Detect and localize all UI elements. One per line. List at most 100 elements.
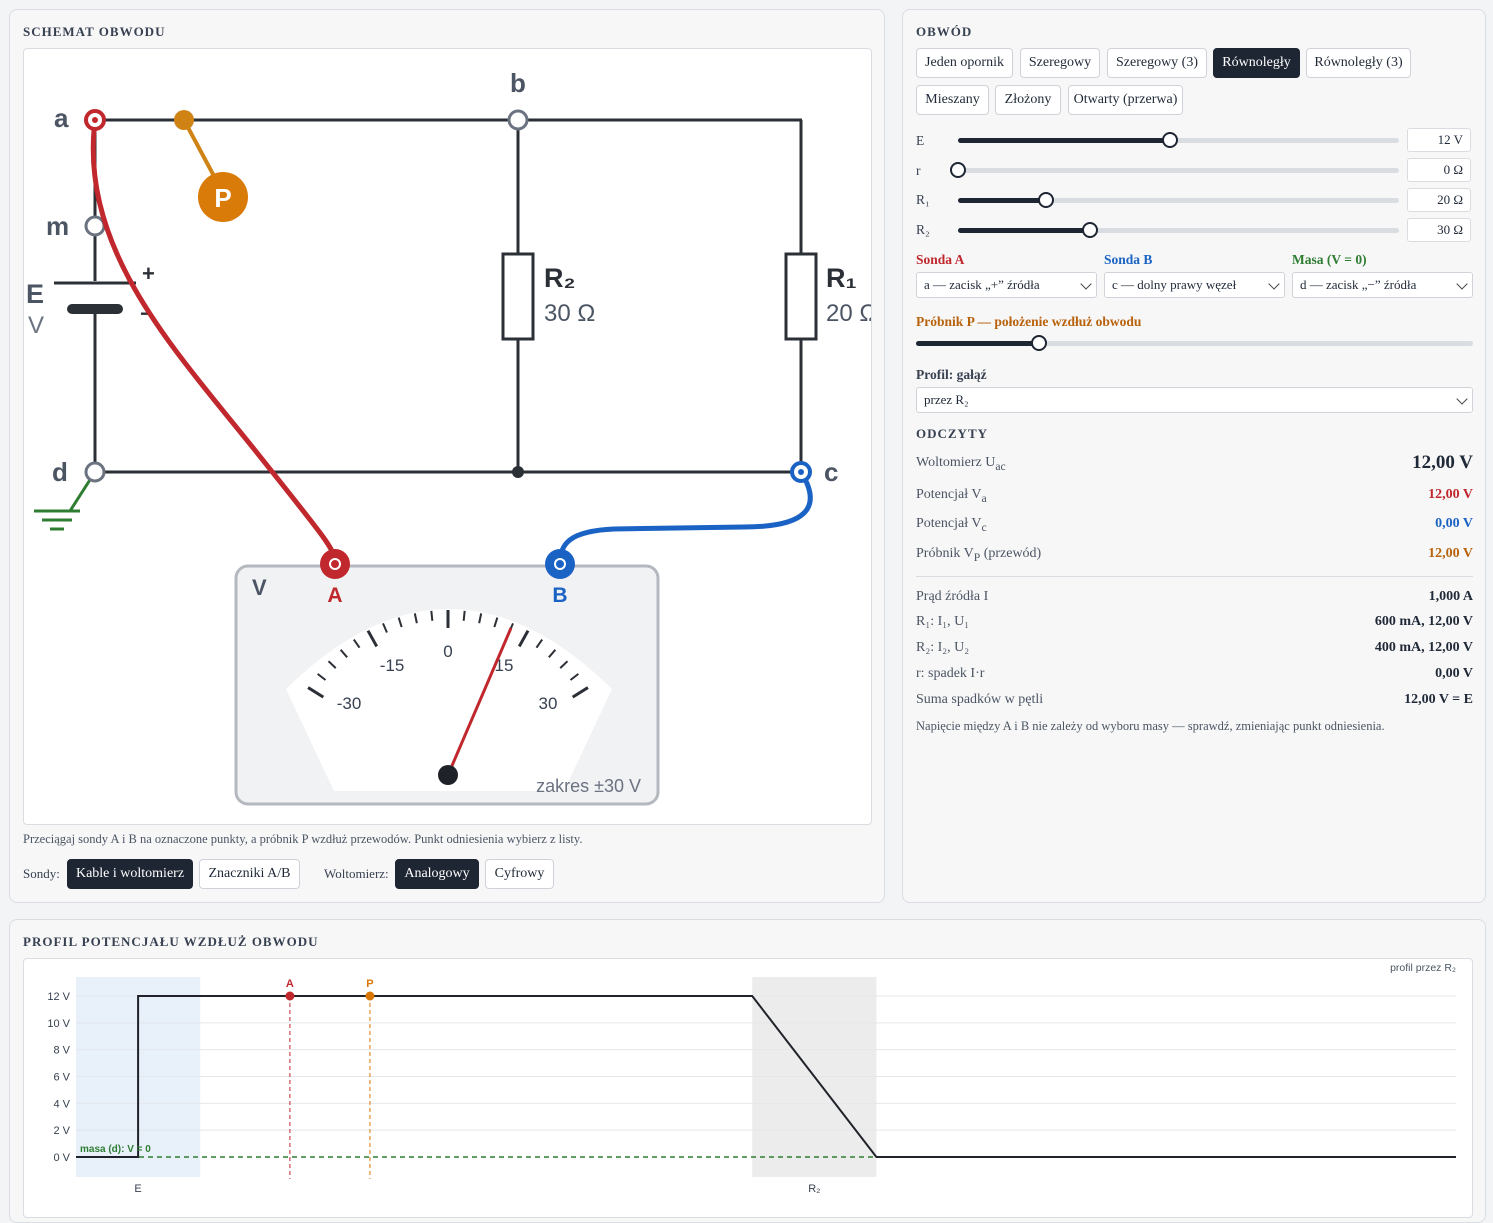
profile-chart-canvas: profil przez R₂ E R₂ 0 V 2 V 4 V 6 V 8 V 10 V 12…	[23, 958, 1473, 1218]
reading-voltmeter-sub: ac	[995, 459, 1006, 473]
schematic-hint: Przeciągaj sondy A i B na oznaczone punk…	[23, 832, 583, 846]
reading-vp-value: 12,00 V	[1428, 546, 1473, 561]
slider-r1-thumb[interactable]	[1038, 192, 1055, 208]
probes-label: Sondy:	[23, 866, 60, 881]
node-b[interactable]	[507, 109, 529, 131]
r2-label: R₂	[544, 263, 576, 293]
node-b-label: b	[510, 68, 526, 98]
slider-r2-thumb[interactable]	[1082, 222, 1099, 238]
schematic-panel: SCHEMAT OBWODU + − E V R₂ 30 Ω R₁ 20 P m…	[9, 9, 885, 903]
probe-p-slider-thumb[interactable]	[1030, 335, 1047, 351]
probe-mode-cables-button[interactable]: Kable i woltomierz	[67, 859, 193, 889]
probe-b-select[interactable]: c — dolny prawy węzeł	[1104, 272, 1285, 298]
profile-y-tick-label: 4 V	[53, 1098, 70, 1110]
slider-e[interactable]	[958, 132, 1399, 148]
e-value-field[interactable]: 12 V	[1407, 128, 1471, 152]
reading-row-label: Suma spadków w pętli	[916, 692, 1044, 707]
battery-plus-sign: +	[142, 261, 155, 286]
profile-select[interactable]: przez R₂	[916, 387, 1473, 413]
node-d-label: d	[52, 457, 68, 487]
profile-corner-label: profil przez R₂	[1390, 962, 1456, 974]
slider-e-thumb[interactable]	[1161, 132, 1178, 148]
tab-complex[interactable]: Złożony	[995, 85, 1061, 115]
meter-mode-digital-button[interactable]: Cyfrowy	[485, 859, 554, 889]
reading-row-label: R₁: I₁, U₁	[916, 614, 970, 629]
r-value-field[interactable]: 0 Ω	[1407, 158, 1471, 182]
meter-terminal-b[interactable]	[545, 549, 575, 579]
tab-open-circuit[interactable]: Otwarty (przerwa)	[1068, 85, 1183, 115]
circuit-svg: + − E V R₂ 30 Ω R₁ 20 Ω P	[26, 68, 872, 806]
profile-region-label: R₂	[808, 1183, 820, 1195]
r2-value-field[interactable]: 30 Ω	[1407, 218, 1471, 242]
tab-parallel[interactable]: Równoległy	[1213, 48, 1300, 78]
tab-parallel-3[interactable]: Równoległy (3)	[1306, 48, 1411, 78]
reading-row: Suma spadków w pętli 12,00 V = E	[916, 692, 1473, 708]
node-c-label: c	[824, 457, 838, 487]
tab-series-3[interactable]: Szeregowy (3)	[1107, 48, 1207, 78]
chevron-down-icon	[1080, 278, 1092, 290]
node-m[interactable]	[84, 215, 106, 237]
wires	[93, 118, 803, 474]
r1-value-field[interactable]: 20 Ω	[1407, 188, 1471, 212]
profile-y-tick-label: 12 V	[47, 991, 70, 1003]
tab-single-resistor[interactable]: Jeden opornik	[916, 48, 1013, 78]
profile-y-tick-label: 0 V	[53, 1152, 70, 1164]
junction-dot	[512, 466, 524, 478]
tab-series[interactable]: Szeregowy	[1020, 48, 1100, 78]
schematic-canvas: + − E V R₂ 30 Ω R₁ 20 Ω P	[23, 48, 872, 825]
probe-p-slider-fill	[916, 341, 1039, 346]
meter-pivot	[438, 765, 458, 785]
slider-r2-label: R₂	[916, 222, 930, 237]
profile-title: PROFIL POTENCJAŁU WZDŁUŻ OBWODU	[23, 934, 319, 949]
meter-terminal-a[interactable]	[320, 549, 350, 579]
ground-line-label: masa (d): V = 0	[80, 1144, 151, 1155]
profile-marker-label: A	[286, 978, 294, 990]
probe-a-tip[interactable]	[92, 117, 98, 123]
reading-va-sub: a	[981, 491, 987, 505]
r2-value: 30 Ω	[544, 300, 595, 327]
profile-panel: PROFIL POTENCJAŁU WZDŁUŻ OBWODU profil p…	[9, 919, 1486, 1223]
readings-title: ODCZYTY	[916, 426, 989, 441]
reading-row-value: 600 mA, 12,00 V	[1374, 614, 1473, 629]
meter-range-label: zakres ±30 V	[536, 776, 641, 796]
probe-b-tip[interactable]	[798, 469, 804, 475]
reading-row-value: 0,00 V	[1435, 666, 1473, 681]
slider-r-thumb[interactable]	[950, 162, 966, 178]
probe-p-slider-label: Próbnik P — położenie wzdłuż obwodu	[916, 314, 1142, 329]
meter-terminal-a-label: A	[327, 584, 342, 607]
profile-select-value: przez R₂	[924, 392, 969, 407]
probe-mode-markers-button[interactable]: Znaczniki A/B	[199, 859, 300, 889]
slider-r1[interactable]	[958, 192, 1399, 208]
probe-p-tip[interactable]	[174, 110, 194, 130]
meter-tick	[462, 610, 466, 621]
probe-b-cable[interactable]	[557, 470, 813, 565]
reading-voltmeter: Woltomierz Uac 12,00 V	[916, 452, 1473, 473]
probe-a-select-value: a — zacisk „+” źródła	[924, 277, 1040, 292]
ground-select[interactable]: d — zacisk „−” źródła	[1292, 272, 1473, 298]
node-d[interactable]	[84, 461, 106, 483]
reading-va-value: 12,00 V	[1428, 487, 1473, 502]
probe-p-label: P	[214, 183, 231, 213]
probe-p-slider[interactable]	[916, 335, 1473, 351]
reading-vp: Próbnik VP (przewód) 12,00 V	[916, 546, 1473, 564]
reading-row-label: R₂: I₂, U₂	[916, 640, 970, 655]
slider-r[interactable]	[950, 162, 1399, 178]
source-label: E	[26, 279, 44, 309]
r1-value: 20 Ω	[826, 300, 872, 327]
reading-row-value: 12,00 V = E	[1404, 692, 1473, 707]
probe-b-select-value: c — dolny prawy węzeł	[1112, 277, 1237, 292]
probe-b-select-label: Sonda B	[1104, 252, 1153, 267]
meter-tick-label: 0	[443, 642, 452, 661]
meter-mode-analog-button[interactable]: Analogowy	[395, 859, 479, 889]
reading-voltmeter-value: 12,00 V	[1412, 452, 1473, 473]
tab-mixed[interactable]: Mieszany	[916, 85, 989, 115]
profile-marker-dot	[365, 991, 375, 1001]
resistor-r1	[784, 252, 818, 341]
reading-row: R₂: I₂, U₂ 400 mA, 12,00 V	[916, 640, 1473, 656]
ground-select-label: Masa (V = 0)	[1292, 252, 1367, 267]
slider-r2[interactable]	[958, 222, 1399, 238]
slider-r-label: r	[916, 163, 921, 178]
probe-a-select[interactable]: a — zacisk „+” źródła	[916, 272, 1097, 298]
circuit-panel: OBWÓD Jeden opornik Szeregowy Szeregowy …	[902, 9, 1486, 903]
profile-y-tick-label: 2 V	[53, 1125, 70, 1137]
